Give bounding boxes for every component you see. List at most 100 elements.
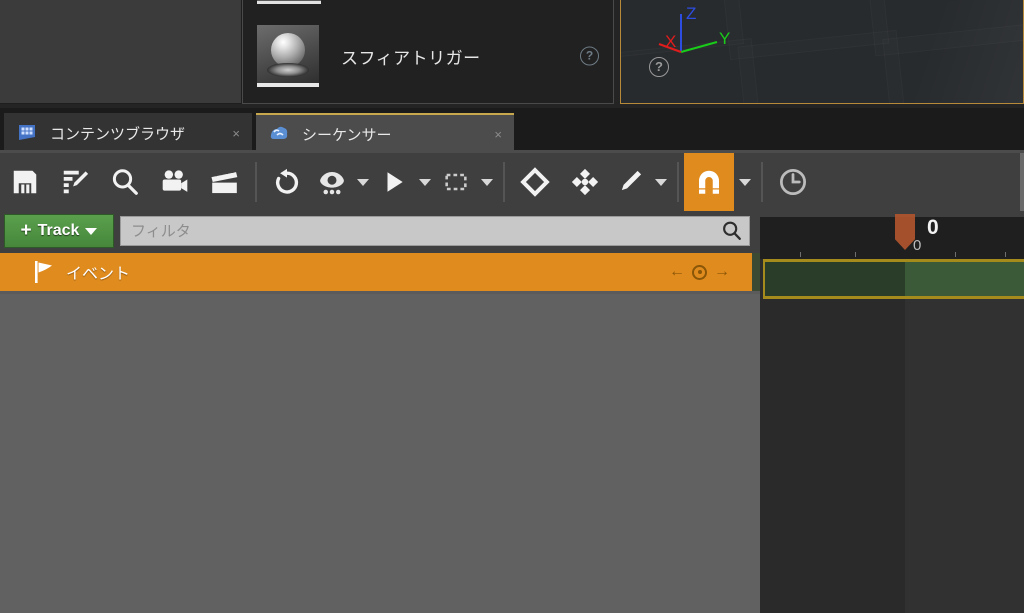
tab-label: シーケンサー: [302, 126, 392, 144]
magnet-icon: [699, 170, 719, 194]
sphere-icon: [271, 33, 305, 67]
diamond-key-icon: [520, 167, 550, 197]
close-icon[interactable]: ×: [492, 127, 504, 142]
track-filter-input[interactable]: [121, 222, 715, 240]
level-viewport[interactable]: Z Y X ?: [620, 0, 1024, 104]
play-dropdown[interactable]: [374, 153, 436, 211]
prev-key-icon[interactable]: ←: [669, 264, 685, 280]
auto-key-button[interactable]: [610, 153, 650, 211]
timeline-panel[interactable]: 0 0: [760, 211, 1024, 613]
track-key-nav[interactable]: ← →: [669, 264, 730, 280]
content-browser-icon: [16, 122, 38, 144]
place-actor-popup: スフィアトリガー ?: [242, 0, 614, 104]
sequencer-toolbar: [0, 153, 1024, 211]
event-section-before-playhead[interactable]: [763, 259, 905, 299]
playhead-subframe-label: 0: [913, 237, 922, 254]
track-list: イベント ← →: [0, 253, 760, 613]
key-interpolation-button[interactable]: [510, 153, 560, 211]
track-label: イベント: [66, 266, 131, 283]
add-track-button[interactable]: + Track: [4, 214, 114, 248]
sphere-shadow-icon: [267, 63, 309, 77]
editor-panel-background: [0, 0, 242, 104]
dashed-square-icon: [445, 173, 467, 191]
tab-content-browser[interactable]: コンテンツブラウザ ×: [4, 113, 252, 153]
find-sequence-button[interactable]: [100, 153, 150, 211]
track-controls-bar: + Track: [0, 211, 760, 253]
play-button[interactable]: [374, 153, 414, 211]
track-filter-box[interactable]: [120, 216, 750, 246]
toolbar-separator: [503, 162, 505, 202]
ruler-tick: [955, 252, 956, 257]
edit-sequence-button[interactable]: [50, 153, 100, 211]
actor-list-item-sphere-trigger[interactable]: スフィアトリガー ?: [243, 22, 615, 90]
render-movie-button[interactable]: [200, 153, 250, 211]
undo-circular-arrow-icon: [276, 168, 299, 194]
magnifier-icon[interactable]: [715, 220, 749, 242]
help-circle-icon[interactable]: ?: [580, 46, 599, 66]
snapping-toggle-button[interactable]: [684, 153, 734, 211]
ruler-tick: [800, 252, 801, 257]
plus-icon: +: [20, 220, 32, 241]
close-icon[interactable]: ×: [230, 126, 242, 141]
playhead-frame-label: 0: [927, 216, 939, 239]
sequencer-screen: スフィアトリガー ? Z Y X ? コンテンツブラウザ × シーケンサー × …: [0, 0, 1024, 613]
toolbar-separator: [677, 162, 679, 202]
add-track-label: Track: [37, 222, 80, 239]
chevron-down-icon[interactable]: [85, 227, 98, 235]
select-edit-button[interactable]: [436, 153, 476, 211]
chevron-down-icon[interactable]: [476, 153, 498, 211]
diamond-cluster-icon: [571, 168, 599, 196]
tab-sequencer[interactable]: シーケンサー ×: [256, 113, 514, 153]
key-all-button[interactable]: [560, 153, 610, 211]
next-key-icon[interactable]: →: [714, 264, 730, 280]
track-row-event[interactable]: イベント ← →: [0, 253, 752, 291]
flag-icon: [34, 261, 54, 283]
event-section-after-playhead[interactable]: [905, 259, 1024, 299]
axis-label-x: X: [665, 32, 676, 51]
viewport-help-icon[interactable]: ?: [649, 57, 669, 77]
panel-tab-bar: コンテンツブラウザ × シーケンサー ×: [0, 108, 1024, 153]
toolbar-right-edge: [1020, 153, 1024, 211]
magnifier-icon: [112, 169, 138, 195]
chevron-down-icon[interactable]: [650, 153, 672, 211]
time-display-button[interactable]: [768, 153, 818, 211]
save-button[interactable]: [0, 153, 50, 211]
top-strip: スフィアトリガー ? Z Y X ?: [0, 0, 1024, 108]
actions-button[interactable]: [312, 153, 352, 211]
actor-list-item-partial[interactable]: [257, 0, 321, 4]
pencil-icon: [621, 170, 642, 191]
chevron-down-icon[interactable]: [414, 153, 436, 211]
chevron-down-icon[interactable]: [352, 153, 374, 211]
track-row-edge: [752, 253, 760, 291]
save-floppy-icon: [13, 170, 37, 194]
clock-icon: [779, 168, 807, 196]
axis-label-y: Y: [719, 29, 730, 48]
edit-note-icon: [63, 170, 89, 194]
toolbar-separator: [761, 162, 763, 202]
add-key-icon[interactable]: [692, 264, 707, 280]
timeline-body-after-playhead: [905, 299, 1024, 613]
movie-camera-icon: [162, 170, 188, 192]
toolbar-separator: [255, 162, 257, 202]
sequencer-icon: [268, 123, 290, 145]
timeline-body[interactable]: [760, 299, 1024, 613]
actor-item-label: スフィアトリガー: [341, 48, 481, 68]
timeline-body-before-playhead: [760, 299, 905, 613]
create-camera-button[interactable]: [150, 153, 200, 211]
viewport-light-patch: [835, 0, 1023, 103]
axis-gizmo-icon: Z Y X: [658, 4, 730, 53]
actions-dropdown[interactable]: [312, 153, 374, 211]
select-edit-dropdown[interactable]: [436, 153, 498, 211]
eye-actions-icon: [320, 172, 344, 195]
timeline-ruler[interactable]: [760, 217, 1024, 259]
clapperboard-icon: [211, 168, 238, 194]
tab-label: コンテンツブラウザ: [50, 125, 186, 143]
ruler-tick: [1005, 252, 1006, 257]
auto-key-dropdown[interactable]: [610, 153, 672, 211]
reset-button[interactable]: [262, 153, 312, 211]
play-triangle-icon: [387, 172, 403, 192]
track-list-divider: [0, 291, 760, 294]
timeline-event-row[interactable]: [760, 259, 1024, 299]
chevron-down-icon[interactable]: [734, 153, 756, 211]
sphere-trigger-thumbnail: [257, 25, 319, 87]
